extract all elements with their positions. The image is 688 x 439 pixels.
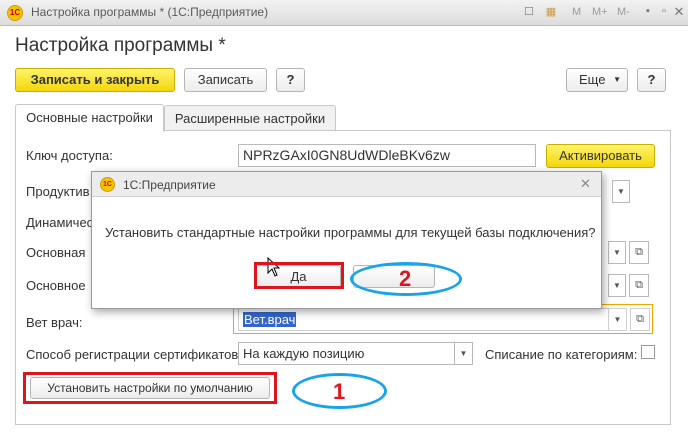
more-label: Еще bbox=[579, 72, 606, 87]
productive-label: Продуктив bbox=[26, 184, 90, 199]
activate-button[interactable]: Активировать bbox=[546, 144, 655, 168]
maximize-icon[interactable]: ▫ bbox=[656, 4, 672, 19]
vet-selected-text: Вет.врач bbox=[243, 312, 297, 327]
app-logo-icon: 1С bbox=[7, 5, 23, 21]
cert-method-label: Способ регистрации сертификатов: bbox=[26, 347, 242, 362]
highlight-defaults-rect bbox=[23, 372, 277, 404]
close-icon[interactable]: ✕ bbox=[671, 4, 687, 19]
window-titlebar: 1С Настройка программы * (1С:Предприятие… bbox=[0, 0, 688, 26]
step-number-1: 1 bbox=[333, 379, 346, 404]
access-key-label: Ключ доступа: bbox=[26, 148, 113, 163]
dialog-logo-icon: 1С bbox=[100, 177, 115, 192]
highlight-yes-rect bbox=[254, 262, 344, 289]
window-title: Настройка программы * (1С:Предприятие) bbox=[31, 5, 269, 19]
vet-input[interactable]: Вет.врач bbox=[238, 308, 609, 331]
minimize-icon[interactable]: ▪ bbox=[640, 4, 656, 19]
main-field-2-open-icon[interactable]: ⧉ bbox=[629, 274, 649, 297]
save-and-close-button[interactable]: Записать и закрыть bbox=[15, 68, 175, 92]
more-button[interactable]: Еще ▼ bbox=[566, 68, 628, 92]
cert-method-select[interactable]: На каждую позицию bbox=[238, 342, 455, 365]
calendar-icon[interactable]: ▦ bbox=[543, 5, 559, 20]
bookmark-icon[interactable]: ☐ bbox=[521, 5, 537, 20]
memory-m-button[interactable]: M bbox=[572, 6, 581, 18]
dialog-message: Установить стандартные настройки програм… bbox=[105, 225, 596, 240]
main-field-2-label: Основное bbox=[26, 278, 86, 293]
main-field-2-dropdown-button[interactable]: ▼ bbox=[608, 274, 626, 297]
chevron-down-icon: ▼ bbox=[613, 75, 621, 84]
help-button[interactable]: ? bbox=[276, 68, 305, 92]
page-title: Настройка программы * bbox=[15, 35, 226, 56]
main-field-1-dropdown-button[interactable]: ▼ bbox=[608, 241, 626, 264]
tab-advanced-settings[interactable]: Расширенные настройки bbox=[164, 105, 336, 132]
dialog-titlebar: 1С 1С:Предприятие ✕ bbox=[92, 172, 601, 197]
cert-method-dropdown-button[interactable]: ▼ bbox=[455, 342, 473, 365]
memory-minus-button[interactable]: M- bbox=[617, 6, 630, 18]
vet-label: Вет врач: bbox=[26, 315, 83, 330]
main-field-1-label: Основная bbox=[26, 245, 86, 260]
vet-open-icon[interactable]: ⧉ bbox=[630, 308, 650, 331]
vet-dropdown-button[interactable]: ▼ bbox=[609, 308, 627, 331]
tab-main-settings[interactable]: Основные настройки bbox=[15, 104, 164, 132]
dialog-close-icon[interactable]: ✕ bbox=[580, 176, 591, 192]
write-off-checkbox[interactable] bbox=[641, 345, 655, 359]
save-button[interactable]: Записать bbox=[184, 68, 267, 92]
main-field-1-open-icon[interactable]: ⧉ bbox=[629, 241, 649, 264]
access-key-input[interactable]: NPRzGAxI0GN8UdWDleBKv6zw bbox=[238, 144, 536, 167]
dynamic-label: Динамичес bbox=[26, 215, 94, 230]
help-button-right[interactable]: ? bbox=[637, 68, 666, 92]
dialog-title: 1С:Предприятие bbox=[123, 178, 216, 192]
step-number-2: 2 bbox=[399, 266, 412, 291]
write-off-label: Списание по категориям: bbox=[485, 347, 638, 362]
confirm-dialog: 1С 1С:Предприятие ✕ Установить стандартн… bbox=[91, 171, 602, 309]
productive-dropdown-button[interactable]: ▼ bbox=[612, 180, 630, 203]
memory-plus-button[interactable]: M+ bbox=[592, 6, 608, 18]
